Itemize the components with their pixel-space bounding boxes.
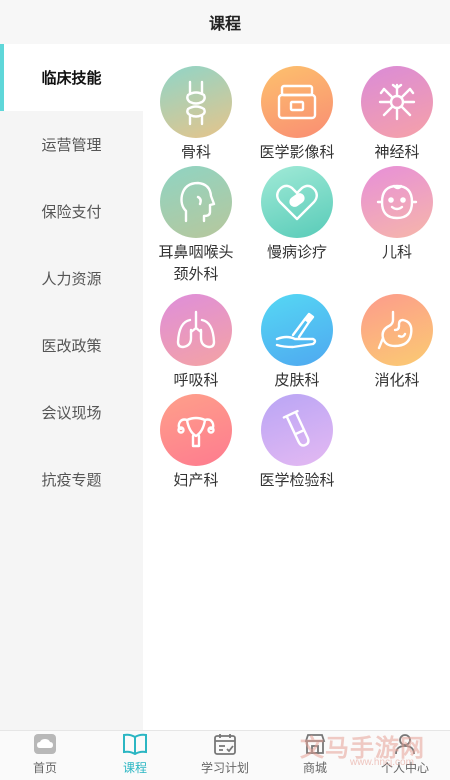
tab-courses[interactable]: 课程 bbox=[90, 731, 180, 780]
sidebar-item-reform[interactable]: 医改政策 bbox=[0, 312, 143, 379]
tab-profile[interactable]: 个人中心 bbox=[360, 731, 450, 780]
category-icon-circle bbox=[160, 66, 232, 138]
tab-label: 课程 bbox=[122, 761, 147, 775]
category-obstetrics[interactable]: 妇产科 bbox=[146, 394, 246, 492]
skin-care-icon bbox=[275, 312, 317, 349]
bottom-tab-bar: 首页 课程 学习计划 商城 个人中心 bbox=[0, 730, 450, 780]
category-ent[interactable]: 耳鼻咽喉头 颈外科 bbox=[146, 166, 246, 286]
tab-label: 首页 bbox=[32, 761, 57, 775]
category-dermatology[interactable]: 皮肤科 bbox=[247, 294, 347, 392]
category-label: 儿科 bbox=[381, 244, 412, 261]
category-icon-circle bbox=[261, 66, 333, 138]
neuron-icon bbox=[378, 83, 416, 121]
category-label-line2: 颈外科 bbox=[173, 266, 219, 283]
lungs-icon bbox=[176, 310, 216, 349]
bone-joint-icon bbox=[186, 80, 206, 126]
category-lab-medicine[interactable]: 医学检验科 bbox=[247, 394, 347, 492]
category-pediatrics[interactable]: 儿科 bbox=[347, 166, 447, 264]
stomach-icon bbox=[377, 310, 413, 350]
category-label: 医学检验科 bbox=[259, 472, 335, 489]
category-label: 慢病诊疗 bbox=[266, 244, 327, 261]
category-label: 呼吸科 bbox=[173, 372, 219, 389]
category-neurology[interactable]: 神经科 bbox=[347, 66, 447, 164]
category-label: 神经科 bbox=[374, 144, 420, 161]
category-icon-circle bbox=[361, 66, 433, 138]
tab-shop[interactable]: 商城 bbox=[270, 731, 360, 780]
home-cloud-icon bbox=[32, 732, 58, 756]
sidebar-item-label: 会议现场 bbox=[41, 405, 102, 422]
category-label: 皮肤科 bbox=[274, 372, 320, 389]
category-label: 耳鼻咽喉头 bbox=[158, 244, 234, 261]
calendar-plan-icon bbox=[212, 732, 238, 756]
category-label: 医学影像科 bbox=[259, 144, 335, 161]
category-label: 妇产科 bbox=[173, 472, 219, 489]
head-profile-icon bbox=[180, 181, 216, 223]
shop-icon bbox=[302, 732, 328, 756]
sidebar-item-operations[interactable]: 运营管理 bbox=[0, 111, 143, 178]
category-label: 骨科 bbox=[180, 144, 211, 161]
tab-study-plan[interactable]: 学习计划 bbox=[180, 731, 270, 780]
category-icon-circle bbox=[361, 166, 433, 238]
category-orthopedics[interactable]: 骨科 bbox=[146, 66, 246, 164]
category-icon-circle bbox=[160, 166, 232, 238]
top-header: 课程 bbox=[0, 0, 450, 44]
open-book-icon bbox=[122, 732, 148, 756]
sidebar-item-label: 医改政策 bbox=[41, 338, 102, 355]
sidebar-item-clinical-skills[interactable]: 临床技能 bbox=[0, 44, 143, 111]
category-chronic-disease[interactable]: 慢病诊疗 bbox=[247, 166, 347, 264]
sidebar-item-hr[interactable]: 人力资源 bbox=[0, 245, 143, 312]
category-icon-circle bbox=[261, 394, 333, 466]
sidebar-item-insurance[interactable]: 保险支付 bbox=[0, 178, 143, 245]
category-gastroenterology[interactable]: 消化科 bbox=[347, 294, 447, 392]
category-label: 消化科 bbox=[374, 372, 420, 389]
uterus-icon bbox=[177, 416, 215, 448]
page-title: 课程 bbox=[208, 16, 241, 33]
category-imaging[interactable]: 医学影像科 bbox=[247, 66, 347, 164]
imaging-machine-icon bbox=[277, 84, 317, 120]
sidebar-item-label: 临床技能 bbox=[41, 70, 102, 87]
category-icon-circle bbox=[261, 166, 333, 238]
category-icon-circle bbox=[261, 294, 333, 366]
sidebar-item-label: 抗疫专题 bbox=[41, 472, 102, 489]
category-icon-circle bbox=[361, 294, 433, 366]
sidebar-item-label: 运营管理 bbox=[41, 137, 102, 154]
tab-label: 学习计划 bbox=[200, 761, 249, 775]
category-icon-circle bbox=[160, 394, 232, 466]
category-icon-circle bbox=[160, 294, 232, 366]
tab-label: 个人中心 bbox=[380, 761, 429, 775]
sidebar-item-epidemic[interactable]: 抗疫专题 bbox=[0, 446, 143, 513]
heart-pill-icon bbox=[276, 184, 318, 221]
sidebar-item-label: 保险支付 bbox=[41, 204, 102, 221]
category-grid: 骨科 医学影像科 神经科 耳鼻咽喉头 颈外科 慢病诊疗 儿科 呼吸科 皮肤科 消… bbox=[143, 44, 450, 730]
category-sidebar: 临床技能 运营管理 保险支付 人力资源 医改政策 会议现场 抗疫专题 bbox=[0, 44, 143, 730]
baby-face-icon bbox=[376, 184, 418, 220]
sidebar-item-label: 人力资源 bbox=[41, 271, 102, 288]
tab-home[interactable]: 首页 bbox=[0, 731, 90, 780]
test-tube-icon bbox=[282, 409, 310, 447]
person-icon bbox=[392, 732, 418, 756]
category-respiratory[interactable]: 呼吸科 bbox=[146, 294, 246, 392]
tab-label: 商城 bbox=[302, 761, 327, 775]
sidebar-item-conference[interactable]: 会议现场 bbox=[0, 379, 143, 446]
